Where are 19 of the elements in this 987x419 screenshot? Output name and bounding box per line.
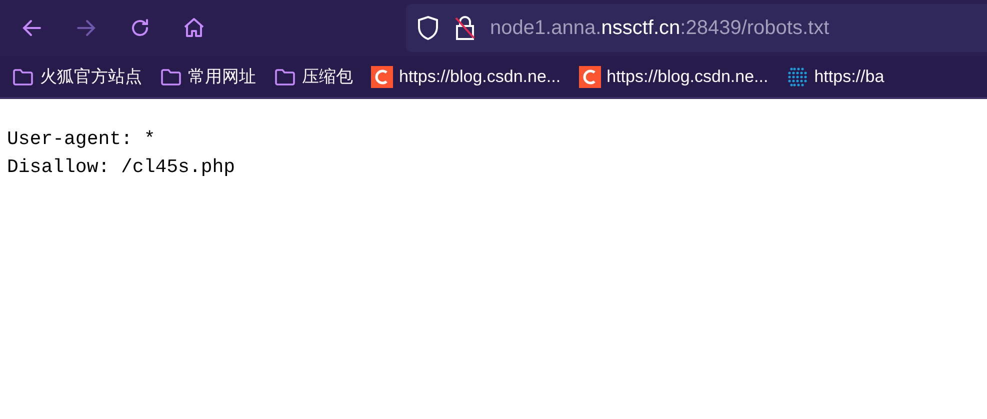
folder-icon [160, 68, 182, 86]
bookmark-item[interactable]: https://blog.csdn.ne... [371, 64, 561, 90]
folder-icon [12, 68, 34, 86]
bookmark-item[interactable]: 压缩包 [274, 64, 353, 90]
shield-icon [416, 15, 440, 41]
bookmark-item[interactable]: https://blog.csdn.ne... [578, 64, 768, 90]
bookmark-item[interactable]: https://ba [786, 64, 884, 90]
c-logo-icon [371, 66, 393, 88]
dots-logo-icon [786, 66, 808, 88]
address-bar[interactable]: node1.anna.nssctf.cn:28439/robots.txt [406, 4, 987, 52]
home-icon [182, 16, 206, 40]
c-logo-icon [578, 66, 601, 88]
bookmark-item[interactable]: 火狐官方站点 [12, 64, 142, 90]
url-text: node1.anna.nssctf.cn:28439/robots.txt [490, 16, 830, 41]
text-line: Disallow: /cl45s.php [7, 155, 236, 180]
folder-icon [274, 68, 296, 86]
bookmark-item[interactable]: 常用网址 [160, 64, 256, 90]
crossed-lock-icon [454, 15, 476, 41]
text-line: User-agent: * [7, 127, 156, 152]
